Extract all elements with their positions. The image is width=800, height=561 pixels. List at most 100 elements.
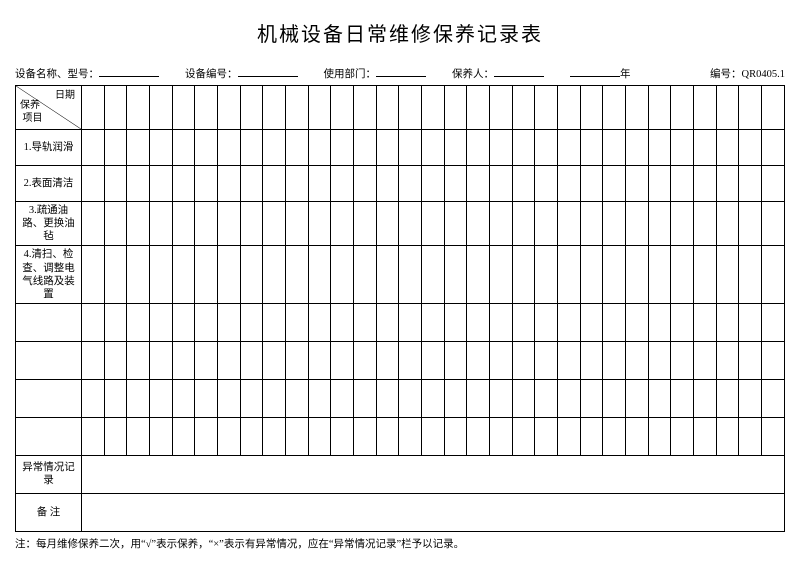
day-cell[interactable]	[558, 341, 581, 379]
day-cell[interactable]	[422, 86, 445, 130]
day-cell[interactable]	[535, 130, 558, 166]
day-cell[interactable]	[490, 130, 513, 166]
day-cell[interactable]	[104, 130, 127, 166]
day-cell[interactable]	[762, 379, 785, 417]
day-cell[interactable]	[127, 303, 150, 341]
day-cell[interactable]	[626, 86, 649, 130]
day-cell[interactable]	[195, 303, 218, 341]
day-cell[interactable]	[580, 246, 603, 304]
day-cell[interactable]	[376, 246, 399, 304]
day-cell[interactable]	[580, 166, 603, 202]
day-cell[interactable]	[286, 303, 309, 341]
day-cell[interactable]	[467, 246, 490, 304]
day-cell[interactable]	[240, 379, 263, 417]
day-cell[interactable]	[467, 166, 490, 202]
year-field[interactable]	[570, 65, 620, 77]
day-cell[interactable]	[762, 341, 785, 379]
day-cell[interactable]	[127, 341, 150, 379]
day-cell[interactable]	[286, 341, 309, 379]
day-cell[interactable]	[172, 166, 195, 202]
day-cell[interactable]	[716, 417, 739, 455]
day-cell[interactable]	[195, 379, 218, 417]
day-cell[interactable]	[376, 303, 399, 341]
day-cell[interactable]	[263, 130, 286, 166]
day-cell[interactable]	[490, 202, 513, 246]
day-cell[interactable]	[422, 166, 445, 202]
day-cell[interactable]	[444, 379, 467, 417]
day-cell[interactable]	[399, 166, 422, 202]
day-cell[interactable]	[127, 417, 150, 455]
day-cell[interactable]	[467, 341, 490, 379]
day-cell[interactable]	[104, 303, 127, 341]
day-cell[interactable]	[716, 303, 739, 341]
day-cell[interactable]	[626, 166, 649, 202]
day-cell[interactable]	[82, 202, 105, 246]
day-cell[interactable]	[739, 303, 762, 341]
day-cell[interactable]	[331, 303, 354, 341]
day-cell[interactable]	[603, 130, 626, 166]
day-cell[interactable]	[399, 303, 422, 341]
day-cell[interactable]	[580, 341, 603, 379]
day-cell[interactable]	[716, 341, 739, 379]
day-cell[interactable]	[82, 86, 105, 130]
day-cell[interactable]	[422, 417, 445, 455]
day-cell[interactable]	[286, 202, 309, 246]
day-cell[interactable]	[558, 379, 581, 417]
day-cell[interactable]	[82, 341, 105, 379]
day-cell[interactable]	[490, 379, 513, 417]
day-cell[interactable]	[172, 130, 195, 166]
day-cell[interactable]	[558, 246, 581, 304]
day-cell[interactable]	[490, 246, 513, 304]
day-cell[interactable]	[444, 130, 467, 166]
day-cell[interactable]	[82, 166, 105, 202]
day-cell[interactable]	[558, 202, 581, 246]
day-cell[interactable]	[354, 246, 377, 304]
day-cell[interactable]	[399, 86, 422, 130]
day-cell[interactable]	[580, 303, 603, 341]
day-cell[interactable]	[694, 86, 717, 130]
day-cell[interactable]	[195, 341, 218, 379]
day-cell[interactable]	[376, 379, 399, 417]
day-cell[interactable]	[104, 379, 127, 417]
day-cell[interactable]	[286, 166, 309, 202]
day-cell[interactable]	[240, 166, 263, 202]
day-cell[interactable]	[444, 303, 467, 341]
day-cell[interactable]	[490, 166, 513, 202]
day-cell[interactable]	[762, 246, 785, 304]
day-cell[interactable]	[218, 166, 241, 202]
day-cell[interactable]	[648, 246, 671, 304]
day-cell[interactable]	[354, 341, 377, 379]
day-cell[interactable]	[467, 379, 490, 417]
day-cell[interactable]	[762, 417, 785, 455]
day-cell[interactable]	[218, 246, 241, 304]
day-cell[interactable]	[512, 86, 535, 130]
day-cell[interactable]	[444, 202, 467, 246]
day-cell[interactable]	[172, 379, 195, 417]
day-cell[interactable]	[331, 130, 354, 166]
day-cell[interactable]	[671, 341, 694, 379]
day-cell[interactable]	[399, 130, 422, 166]
day-cell[interactable]	[671, 202, 694, 246]
day-cell[interactable]	[240, 303, 263, 341]
day-cell[interactable]	[308, 202, 331, 246]
day-cell[interactable]	[422, 303, 445, 341]
day-cell[interactable]	[150, 202, 173, 246]
day-cell[interactable]	[104, 417, 127, 455]
day-cell[interactable]	[331, 202, 354, 246]
day-cell[interactable]	[150, 417, 173, 455]
day-cell[interactable]	[127, 130, 150, 166]
day-cell[interactable]	[376, 341, 399, 379]
day-cell[interactable]	[580, 86, 603, 130]
day-cell[interactable]	[558, 166, 581, 202]
maintainer-field[interactable]	[494, 65, 544, 77]
day-cell[interactable]	[263, 341, 286, 379]
day-cell[interactable]	[603, 417, 626, 455]
day-cell[interactable]	[308, 246, 331, 304]
day-cell[interactable]	[648, 130, 671, 166]
day-cell[interactable]	[195, 86, 218, 130]
day-cell[interactable]	[263, 379, 286, 417]
day-cell[interactable]	[150, 341, 173, 379]
day-cell[interactable]	[648, 341, 671, 379]
day-cell[interactable]	[739, 166, 762, 202]
remark-field[interactable]	[82, 493, 785, 531]
